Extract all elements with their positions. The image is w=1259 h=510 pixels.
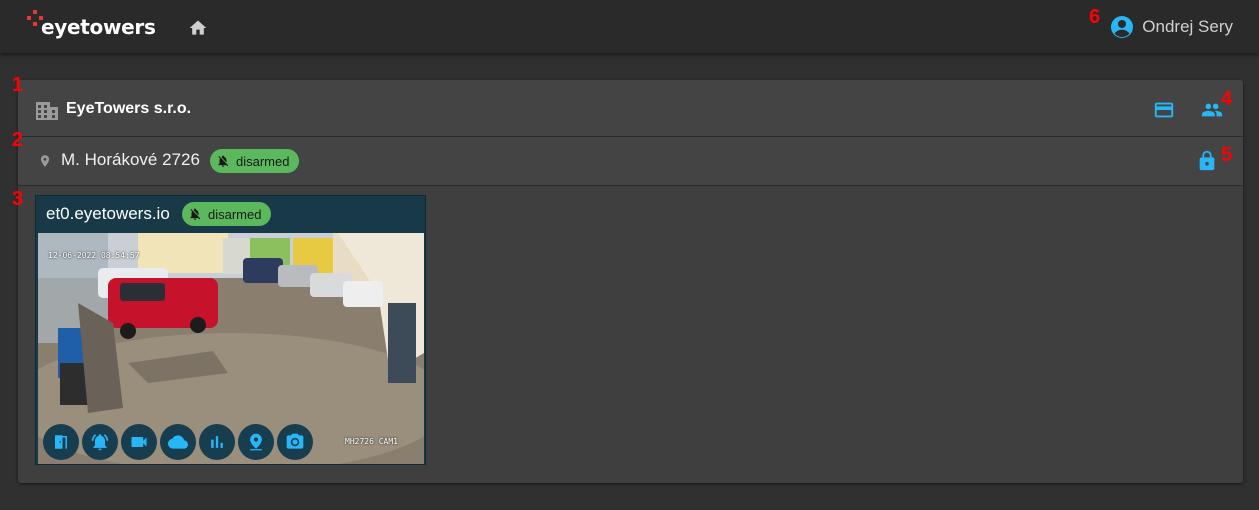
camera-card: et0.eyetowers.io disarmed 12-06-2022 08:… bbox=[35, 195, 426, 465]
home-button[interactable] bbox=[188, 18, 208, 38]
site-status-text: disarmed bbox=[236, 153, 290, 169]
door-icon bbox=[55, 435, 67, 449]
marker-6: 6 bbox=[1089, 6, 1101, 28]
statistics-button[interactable] bbox=[199, 424, 235, 460]
home-icon bbox=[189, 20, 207, 35]
marker-1: 1 bbox=[12, 74, 24, 96]
video-camera-icon bbox=[131, 437, 147, 447]
organization-name: EyeTowers s.r.o. bbox=[66, 100, 192, 117]
camera-status-text: disarmed bbox=[208, 206, 262, 222]
location-pin-icon bbox=[40, 155, 50, 167]
user-name: Ondrej Sery bbox=[1142, 17, 1233, 36]
camera-status-badge: disarmed bbox=[182, 202, 272, 226]
site-name: M. Horákové 2726 bbox=[61, 150, 200, 169]
alarm-button[interactable] bbox=[82, 424, 118, 460]
photo-camera-icon bbox=[286, 433, 304, 449]
location-button[interactable] bbox=[238, 424, 274, 460]
credit-card-icon bbox=[1154, 102, 1174, 118]
site-status-badge: disarmed bbox=[210, 149, 300, 173]
camera-overlay-label: MH2726 CAM1 bbox=[345, 437, 398, 446]
organization-actions bbox=[1151, 99, 1225, 126]
marker-3: 3 bbox=[12, 188, 24, 210]
video-button[interactable] bbox=[121, 424, 157, 460]
cloud-icon bbox=[168, 435, 188, 449]
logo-text: eyetowers bbox=[41, 15, 156, 39]
logo-mark-icon bbox=[27, 10, 43, 26]
user-menu-button[interactable]: Ondrej Sery bbox=[1110, 15, 1233, 39]
top-app-bar: eyetowers Ondrej Sery bbox=[0, 0, 1259, 53]
marker-5: 5 bbox=[1221, 144, 1233, 166]
bell-off-icon bbox=[218, 155, 229, 167]
door-button[interactable] bbox=[43, 424, 79, 460]
lock-icon bbox=[1199, 150, 1215, 171]
camera-header: et0.eyetowers.io disarmed bbox=[36, 196, 425, 232]
map-pin-icon bbox=[250, 433, 262, 451]
organization-card: EyeTowers s.r.o. M. Horákové 2726 disarm… bbox=[18, 80, 1243, 483]
site-row[interactable]: M. Horákové 2726 disarmed bbox=[18, 137, 1243, 186]
bar-chart-icon bbox=[211, 436, 223, 448]
organization-row[interactable]: EyeTowers s.r.o. bbox=[18, 80, 1243, 137]
marker-2: 2 bbox=[12, 129, 24, 151]
camera-name[interactable]: et0.eyetowers.io bbox=[46, 204, 170, 224]
alarm-bell-icon bbox=[91, 434, 109, 451]
billing-button[interactable] bbox=[1151, 99, 1177, 126]
lock-button[interactable] bbox=[1196, 149, 1218, 178]
marker-4: 4 bbox=[1221, 88, 1233, 110]
camera-timestamp: 12-06-2022 08:54:57 bbox=[48, 251, 140, 260]
camera-feed-image[interactable]: 12-06-2022 08:54:57 MH2726 CAM1 bbox=[38, 233, 424, 464]
snapshot-button[interactable] bbox=[277, 424, 313, 460]
camera-toolbar bbox=[43, 424, 313, 460]
eyetowers-logo[interactable]: eyetowers bbox=[27, 10, 156, 39]
cloud-button[interactable] bbox=[160, 424, 196, 460]
account-circle-icon bbox=[1111, 16, 1134, 38]
bell-off-icon bbox=[190, 208, 201, 220]
building-icon bbox=[36, 102, 58, 120]
